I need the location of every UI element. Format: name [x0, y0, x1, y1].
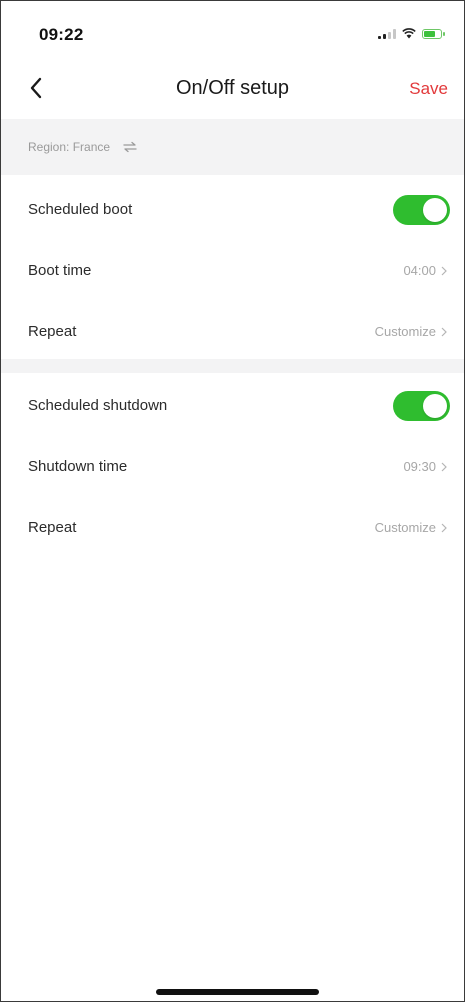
status-time: 09:22 [39, 25, 84, 44]
toggle-knob [423, 197, 447, 222]
scheduled-boot-row: Scheduled boot [1, 179, 464, 240]
chevron-right-icon [441, 523, 447, 532]
battery-icon [422, 28, 445, 39]
chevron-right-icon [441, 327, 447, 336]
wifi-icon [402, 28, 416, 39]
boot-repeat-value: Customize [374, 324, 436, 339]
shutdown-section: Scheduled shutdown Shutdown time 09:30 R… [1, 375, 464, 558]
region-label: Region: France [28, 140, 111, 154]
shutdown-time-row[interactable]: Shutdown time 09:30 [1, 436, 464, 497]
boot-repeat-value-group[interactable]: Customize [375, 324, 447, 339]
status-bar: 09:22 [1, 1, 464, 61]
nav-bar: On/Off setup Save [1, 63, 464, 113]
shutdown-time-label: Shutdown time [28, 458, 128, 475]
scheduled-boot-toggle[interactable] [393, 194, 450, 225]
boot-time-label: Boot time [28, 262, 92, 279]
home-indicator[interactable] [156, 989, 319, 995]
boot-time-value: 04:00 [403, 263, 436, 278]
swap-icon[interactable] [122, 141, 138, 153]
shutdown-repeat-value-group[interactable]: Customize [375, 520, 447, 535]
boot-repeat-label: Repeat [28, 323, 77, 340]
page-title: On/Off setup [175, 77, 290, 99]
shutdown-time-value-group[interactable]: 09:30 [403, 459, 447, 474]
scheduled-shutdown-label: Scheduled shutdown [28, 397, 168, 414]
cellular-signal-icon [378, 28, 396, 39]
scheduled-shutdown-toggle[interactable] [393, 390, 450, 421]
shutdown-repeat-label: Repeat [28, 519, 77, 536]
boot-time-value-group[interactable]: 04:00 [403, 263, 447, 278]
app-screen: 09:22 On/Off setup Save Region: France S… [0, 0, 465, 1002]
scheduled-shutdown-row: Scheduled shutdown [1, 375, 464, 436]
shutdown-repeat-value: Customize [374, 520, 436, 535]
boot-section: Scheduled boot Boot time 04:00 Repeat Cu… [1, 179, 464, 362]
chevron-right-icon [441, 462, 447, 471]
boot-repeat-row[interactable]: Repeat Customize [1, 301, 464, 362]
toggle-knob [423, 393, 447, 418]
section-divider [1, 359, 464, 373]
region-bar[interactable]: Region: France [1, 119, 464, 175]
shutdown-repeat-row[interactable]: Repeat Customize [1, 497, 464, 558]
status-icons [378, 28, 445, 39]
shutdown-time-value: 09:30 [403, 459, 436, 474]
save-button[interactable]: Save [409, 79, 448, 99]
boot-time-row[interactable]: Boot time 04:00 [1, 240, 464, 301]
chevron-right-icon [441, 266, 447, 275]
scheduled-boot-label: Scheduled boot [28, 201, 133, 218]
